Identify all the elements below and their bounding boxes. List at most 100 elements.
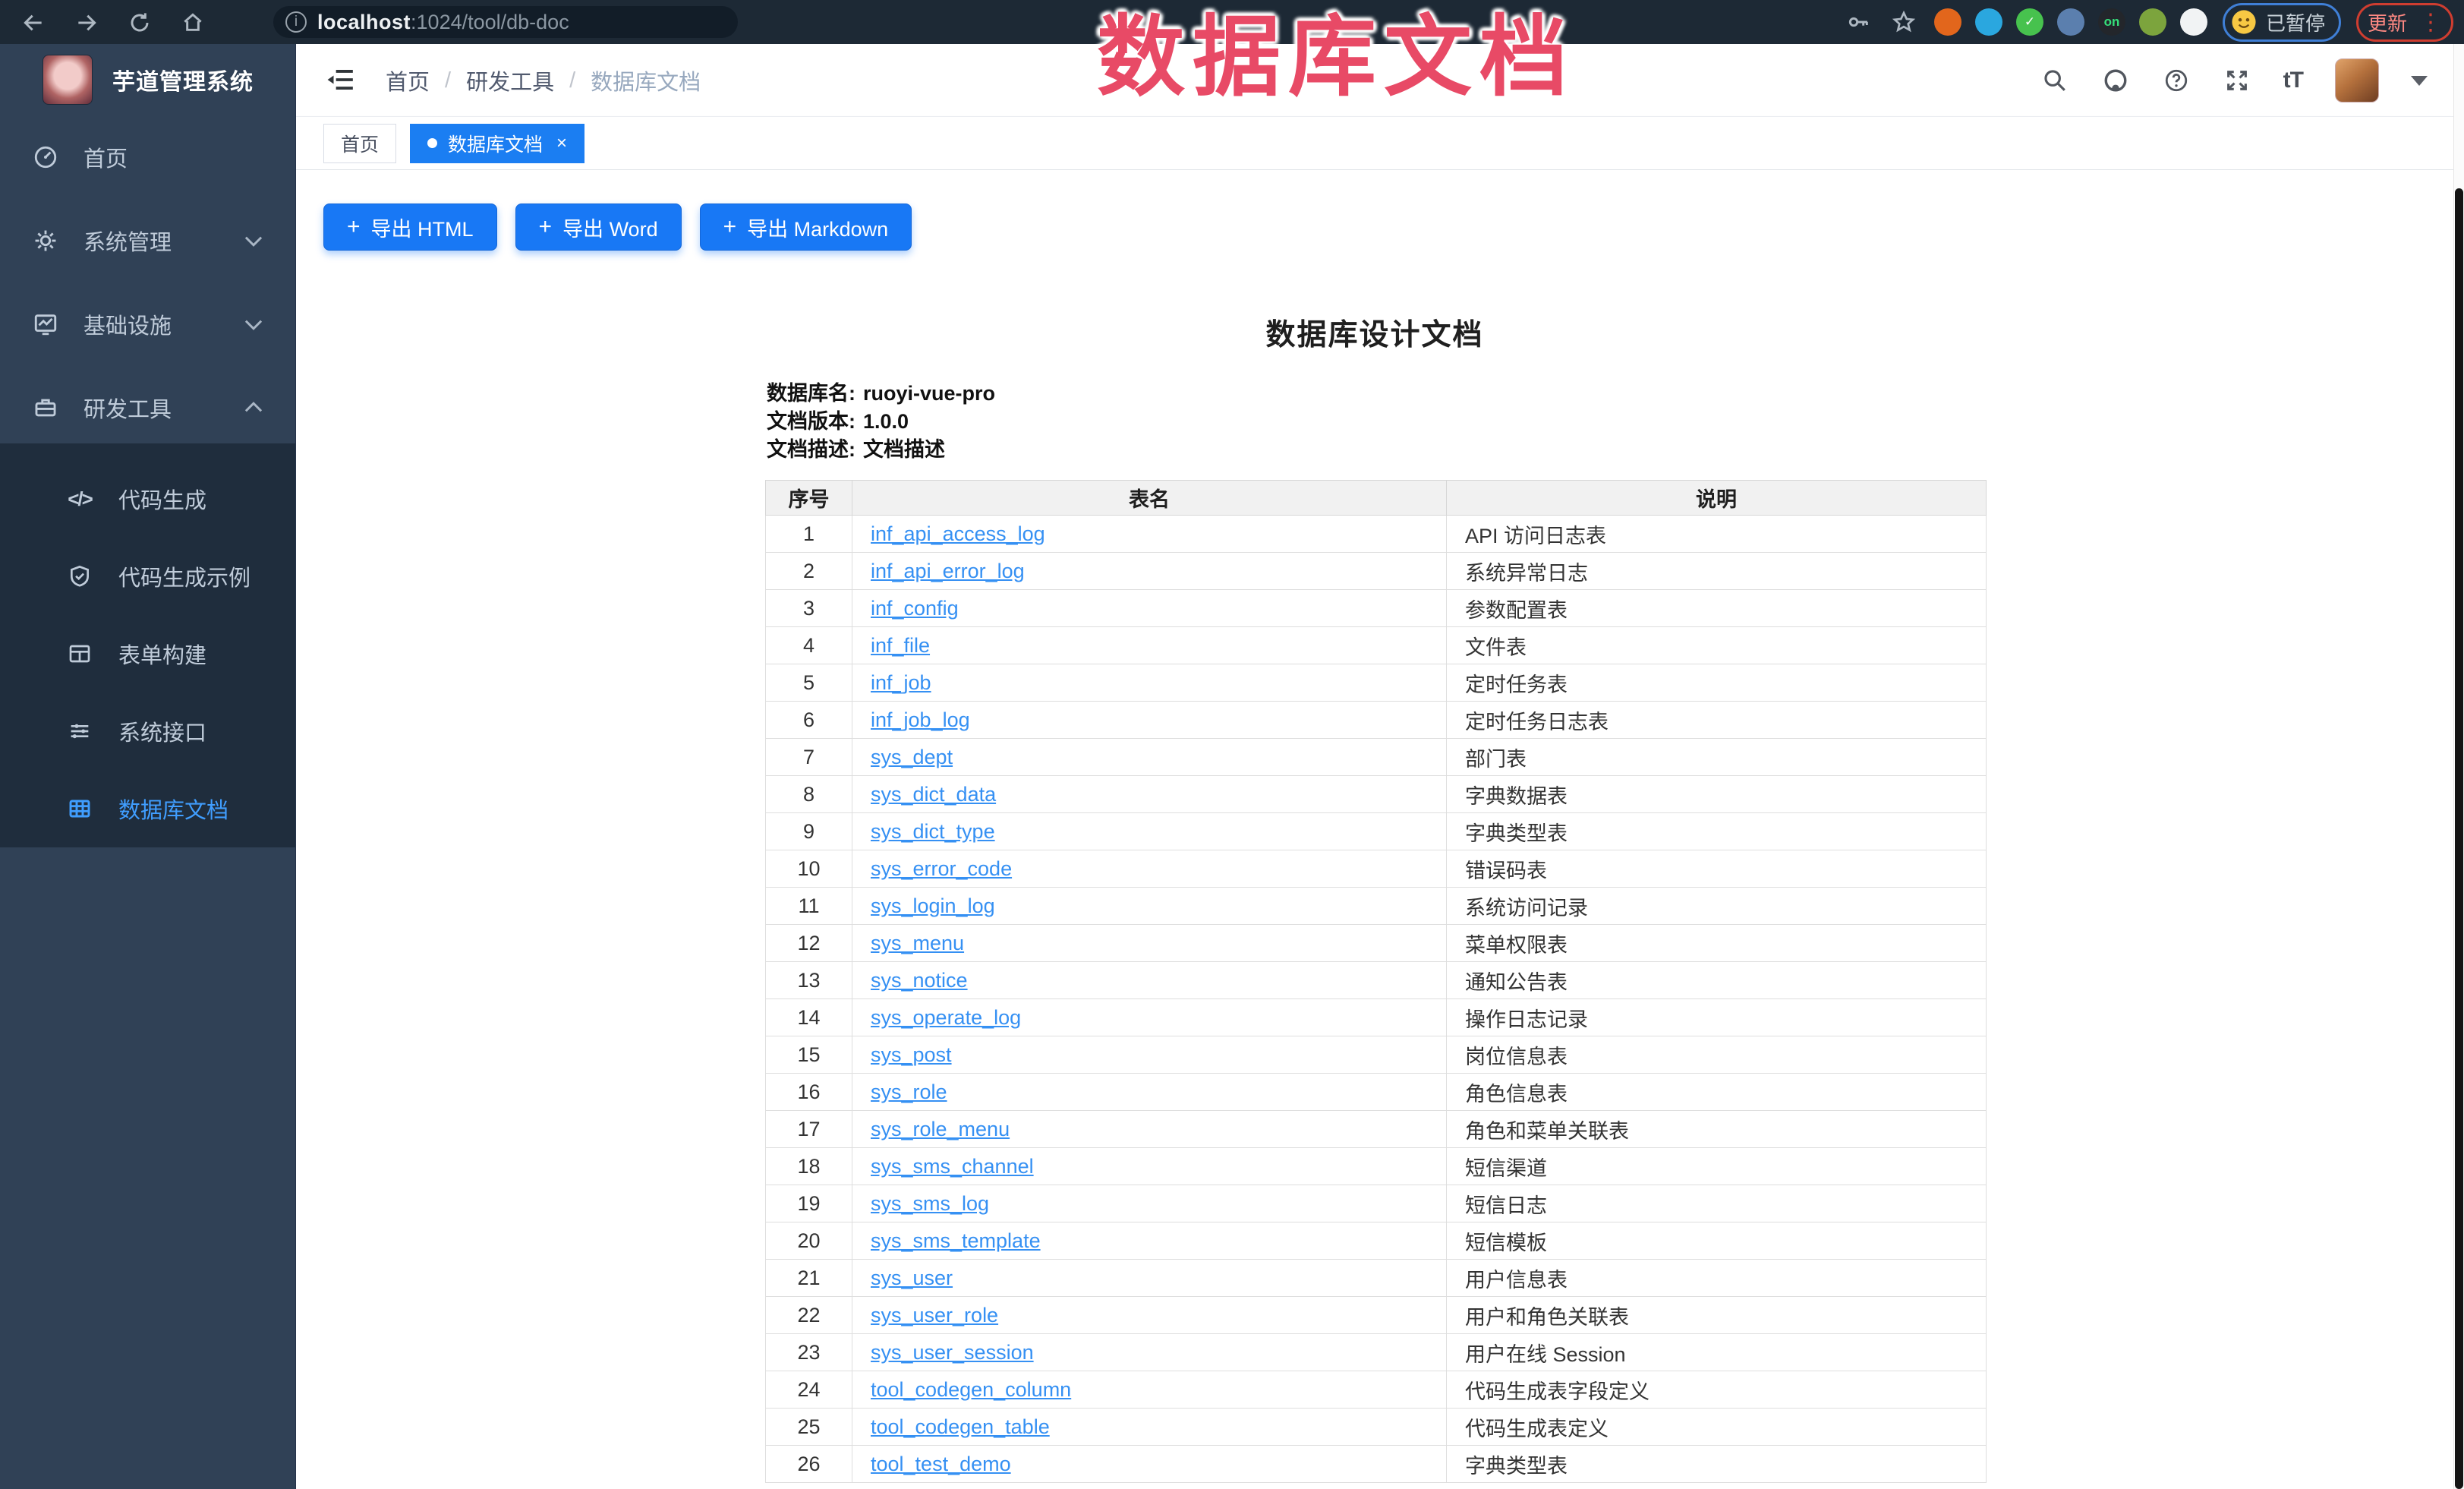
- sidebar-menu-item[interactable]: 研发工具: [0, 366, 295, 450]
- browser-menu-icon[interactable]: ⋮: [2419, 9, 2442, 36]
- table-name-link[interactable]: sys_role_menu: [871, 1118, 1010, 1140]
- user-avatar[interactable]: [2335, 58, 2379, 103]
- chevron-icon: [244, 234, 263, 248]
- row-index: 9: [766, 813, 852, 850]
- help-icon[interactable]: [2162, 66, 2191, 95]
- table-row: 5 inf_job 定时任务表: [766, 664, 1987, 702]
- row-index: 3: [766, 590, 852, 627]
- sidebar-submenu-item[interactable]: </> 代码生成: [0, 460, 295, 538]
- plus-icon: +: [347, 214, 361, 240]
- table-name-link[interactable]: inf_job: [871, 671, 931, 694]
- table-row: 23 sys_user_session 用户在线 Session: [766, 1334, 1987, 1371]
- breadcrumb-item[interactable]: /研发工具: [430, 65, 554, 96]
- tag-item[interactable]: 首页: [323, 124, 396, 163]
- page-scrollbar[interactable]: [2453, 44, 2464, 1489]
- table-name-link[interactable]: sys_dict_data: [871, 783, 996, 806]
- bookmark-star-icon[interactable]: [1889, 7, 1919, 37]
- search-icon[interactable]: [2040, 66, 2069, 95]
- extension-icon[interactable]: [2057, 8, 2084, 36]
- export-button[interactable]: +导出 Markdown: [700, 203, 912, 251]
- profile-paused-chip[interactable]: 已暂停: [2223, 3, 2341, 42]
- browser-reload-icon[interactable]: [124, 8, 155, 38]
- sidebar-menu-item[interactable]: 系统管理: [0, 199, 295, 282]
- page-info-icon[interactable]: i: [285, 11, 307, 33]
- sidebar-menu-item[interactable]: 基础设施: [0, 282, 295, 366]
- table-name-link[interactable]: sys_login_log: [871, 894, 995, 917]
- sidebar-submenu: </> 代码生成 代码生成示例 表单构建 系统接口 数据库文档: [0, 443, 295, 847]
- table-row: 1 inf_api_access_log API 访问日志表: [766, 516, 1987, 553]
- table-name-link[interactable]: sys_user_session: [871, 1341, 1034, 1364]
- password-key-icon[interactable]: [1843, 7, 1873, 37]
- table-name-link[interactable]: inf_file: [871, 634, 930, 657]
- col-header-desc: 说明: [1447, 481, 1987, 516]
- browser-back-icon[interactable]: [18, 8, 49, 38]
- breadcrumb-item[interactable]: 首页: [386, 65, 430, 96]
- row-index: 5: [766, 664, 852, 702]
- sidebar-submenu-item[interactable]: 数据库文档: [0, 770, 295, 847]
- table-row: 20 sys_sms_template 短信模板: [766, 1222, 1987, 1260]
- row-index: 7: [766, 739, 852, 776]
- sidebar-submenu-item[interactable]: 系统接口: [0, 692, 295, 770]
- tag-item[interactable]: 数据库文档×: [410, 124, 584, 163]
- table-name-link[interactable]: sys_operate_log: [871, 1006, 1021, 1029]
- font-size-icon[interactable]: tT: [2283, 68, 2303, 93]
- user-menu-caret-icon[interactable]: [2411, 76, 2428, 86]
- extension-icon[interactable]: [2180, 8, 2207, 36]
- sidebar-collapse-icon[interactable]: [326, 65, 357, 96]
- table-header-row: 序号 表名 说明: [766, 481, 1987, 516]
- table-row: 26 tool_test_demo 字典类型表: [766, 1446, 1987, 1483]
- extension-icon[interactable]: [1934, 8, 1961, 36]
- export-button[interactable]: +导出 Word: [515, 203, 682, 251]
- table-row: 3 inf_config 参数配置表: [766, 590, 1987, 627]
- table-name-link[interactable]: sys_role: [871, 1080, 947, 1103]
- extension-icon[interactable]: ✓: [2016, 8, 2043, 36]
- table-name-link[interactable]: tool_test_demo: [871, 1453, 1011, 1475]
- table-name-link[interactable]: inf_job_log: [871, 708, 970, 731]
- table-name-link[interactable]: inf_api_error_log: [871, 560, 1025, 582]
- table-name-link[interactable]: tool_codegen_table: [871, 1415, 1050, 1438]
- table-name-link[interactable]: sys_sms_template: [871, 1229, 1041, 1252]
- table-name-link[interactable]: sys_notice: [871, 969, 968, 992]
- form-icon: [67, 641, 93, 667]
- table-name-link[interactable]: tool_codegen_column: [871, 1378, 1071, 1401]
- table-name-link[interactable]: inf_api_access_log: [871, 522, 1045, 545]
- extension-icon[interactable]: on: [2098, 8, 2125, 36]
- breadcrumb-item[interactable]: /数据库文档: [554, 65, 701, 96]
- table-name-link[interactable]: sys_post: [871, 1043, 952, 1066]
- table-name-link[interactable]: sys_error_code: [871, 857, 1012, 880]
- sidebar-submenu-item[interactable]: 表单构建: [0, 615, 295, 692]
- sidebar-menu-item[interactable]: 首页: [0, 115, 295, 199]
- table-description: 通知公告表: [1447, 962, 1987, 999]
- extension-icon[interactable]: [1975, 8, 2002, 36]
- table-name-link[interactable]: sys_menu: [871, 932, 964, 954]
- db-table-icon: [67, 796, 93, 822]
- github-icon[interactable]: [2101, 66, 2130, 95]
- browser-update-button[interactable]: 更新: [2368, 8, 2407, 36]
- table-name-link[interactable]: sys_sms_log: [871, 1192, 989, 1215]
- table-description: 短信模板: [1447, 1222, 1987, 1260]
- app-logo-row[interactable]: 芋道管理系统: [0, 44, 295, 115]
- scrollbar-thumb[interactable]: [2455, 188, 2463, 1489]
- sidebar-submenu-item[interactable]: 代码生成示例: [0, 538, 295, 615]
- table-name-link[interactable]: sys_user_role: [871, 1304, 998, 1327]
- export-button[interactable]: +导出 HTML: [323, 203, 497, 251]
- browser-home-icon[interactable]: [178, 8, 208, 38]
- table-row: 7 sys_dept 部门表: [766, 739, 1987, 776]
- chevron-icon: [244, 401, 263, 415]
- row-index: 14: [766, 999, 852, 1036]
- extension-icon[interactable]: [2139, 8, 2166, 36]
- row-index: 12: [766, 925, 852, 962]
- main-area: 首页/研发工具/数据库文档 tT 首页数据库文档× +导出 HTML+导出 Wo…: [296, 44, 2453, 1489]
- table-description: 参数配置表: [1447, 590, 1987, 627]
- tag-close-icon[interactable]: ×: [556, 133, 567, 154]
- fullscreen-icon[interactable]: [2223, 66, 2251, 95]
- table-name-link[interactable]: sys_dict_type: [871, 820, 995, 843]
- browser-forward-icon[interactable]: [71, 8, 102, 38]
- browser-address-bar[interactable]: i localhost:1024/tool/db-doc: [273, 6, 738, 38]
- table-name-link[interactable]: sys_dept: [871, 746, 953, 768]
- table-name-link[interactable]: sys_user: [871, 1267, 953, 1289]
- table-row: 13 sys_notice 通知公告表: [766, 962, 1987, 999]
- row-index: 21: [766, 1260, 852, 1297]
- table-name-link[interactable]: inf_config: [871, 597, 959, 620]
- table-name-link[interactable]: sys_sms_channel: [871, 1155, 1034, 1178]
